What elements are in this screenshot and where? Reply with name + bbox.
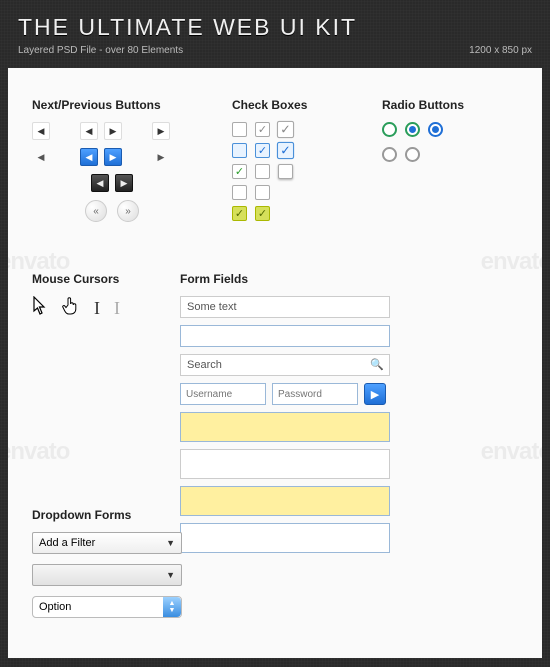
section-radios: Radio Buttons: [382, 98, 482, 230]
search-field: 🔍: [180, 354, 390, 383]
section-formfields: Form Fields 🔍 ▶: [180, 272, 518, 560]
nav-row-light: ◀ ◀ ▶ ▶: [32, 122, 192, 140]
text-cursor-icon: I: [114, 298, 120, 319]
dropdown-empty[interactable]: ▼: [32, 564, 182, 586]
search-icon[interactable]: 🔍: [370, 358, 384, 371]
nav-row-blue: ◀ ◀ ▶ ▶: [32, 148, 192, 166]
form-heading: Form Fields: [180, 272, 518, 286]
prev-button[interactable]: ◀: [80, 122, 98, 140]
next-button[interactable]: ▶: [104, 122, 122, 140]
dimensions-label: 1200 x 850 px: [469, 45, 532, 56]
submit-button[interactable]: ▶: [364, 383, 386, 405]
stepper-icon: ▲▼: [163, 597, 181, 617]
cursor-row: I I: [32, 296, 120, 321]
radio[interactable]: [382, 122, 397, 137]
next-button[interactable]: ▶: [104, 148, 122, 166]
checkbox-checked[interactable]: ✓: [255, 143, 270, 158]
radio-selected[interactable]: [428, 122, 443, 137]
row-top: Next/Previous Buttons ◀ ◀ ▶ ▶ ◀ ◀ ▶ ▶: [32, 98, 518, 230]
section-checkboxes: Check Boxes ✓ ✓ ✓ ✓ ✓ ✓ ✓: [232, 98, 342, 230]
next-button[interactable]: ▶: [152, 122, 170, 140]
checkbox[interactable]: [232, 143, 247, 158]
header: THE ULTIMATE WEB UI KIT Layered PSD File…: [8, 8, 542, 60]
next-button[interactable]: ▶: [152, 148, 170, 166]
radio[interactable]: [405, 147, 420, 162]
cursors-heading: Mouse Cursors: [32, 272, 120, 286]
checkbox-checked[interactable]: ✓: [255, 206, 270, 221]
prev-button[interactable]: ◀: [32, 122, 50, 140]
dropdown-heading: Dropdown Forms: [32, 508, 202, 522]
ui-panel: envato envato envato envato Next/Previou…: [8, 68, 542, 658]
search-input[interactable]: [180, 354, 390, 376]
subtitle-row: Layered PSD File - over 80 Elements 1200…: [18, 45, 532, 56]
next-button[interactable]: »: [117, 200, 139, 222]
dropdown-label: Option: [33, 598, 163, 616]
next-button[interactable]: ▶: [115, 174, 133, 192]
dropdown-filter[interactable]: Add a Filter ▼: [32, 532, 182, 554]
check-heading: Check Boxes: [232, 98, 342, 112]
checkbox[interactable]: [255, 185, 270, 200]
checkbox[interactable]: [232, 122, 247, 137]
password-input[interactable]: [272, 383, 358, 405]
credentials-row: ▶: [180, 383, 518, 405]
subtitle: Layered PSD File - over 80 Elements: [18, 45, 183, 56]
text-input-focused[interactable]: [180, 325, 390, 347]
checkbox[interactable]: [255, 164, 270, 179]
prev-button[interactable]: ◀: [80, 148, 98, 166]
nav-row-dark: ◀ ▶: [32, 174, 192, 192]
page: THE ULTIMATE WEB UI KIT Layered PSD File…: [0, 0, 550, 667]
prev-button[interactable]: «: [85, 200, 107, 222]
dropdown-label: Add a Filter: [39, 537, 95, 549]
text-input[interactable]: [180, 296, 390, 318]
checkbox-checked[interactable]: ✓: [277, 121, 294, 138]
text-input-highlight[interactable]: [180, 486, 390, 516]
arrow-cursor-icon: [32, 296, 48, 321]
text-cursor-icon: I: [94, 298, 100, 319]
username-input[interactable]: [180, 383, 266, 405]
checkbox[interactable]: [232, 185, 247, 200]
nav-row-round: « »: [32, 200, 192, 222]
page-title: THE ULTIMATE WEB UI KIT: [18, 14, 532, 41]
radio-heading: Radio Buttons: [382, 98, 482, 112]
hand-cursor-icon: [62, 296, 80, 321]
checkbox-checked[interactable]: ✓: [232, 164, 247, 179]
nav-heading: Next/Previous Buttons: [32, 98, 192, 112]
section-nav: Next/Previous Buttons ◀ ◀ ▶ ▶ ◀ ◀ ▶ ▶: [32, 98, 192, 230]
chevron-down-icon: ▼: [166, 538, 175, 548]
text-input-highlight[interactable]: [180, 412, 390, 442]
checkbox-checked[interactable]: ✓: [255, 122, 270, 137]
text-input[interactable]: [180, 523, 390, 553]
prev-button[interactable]: ◀: [91, 174, 109, 192]
radio[interactable]: [382, 147, 397, 162]
dropdown-option[interactable]: Option ▲▼: [32, 596, 182, 618]
checkbox[interactable]: [278, 164, 293, 179]
checkbox-checked[interactable]: ✓: [277, 142, 294, 159]
text-input[interactable]: [180, 449, 390, 479]
checkbox-checked[interactable]: ✓: [232, 206, 247, 221]
prev-button[interactable]: ◀: [32, 148, 50, 166]
section-dropdowns: Dropdown Forms Add a Filter ▼ ▼ Option ▲…: [32, 508, 202, 628]
radio-selected[interactable]: [405, 122, 420, 137]
chevron-down-icon: ▼: [166, 570, 175, 580]
